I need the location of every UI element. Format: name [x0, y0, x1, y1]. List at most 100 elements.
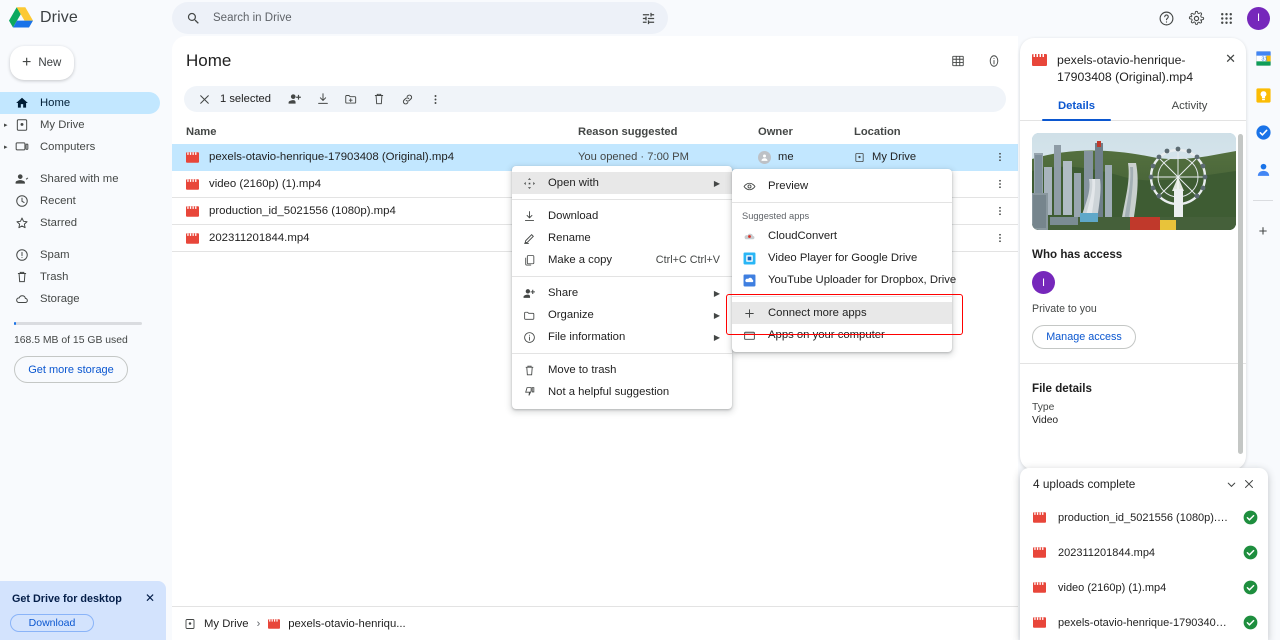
clock-icon	[14, 194, 29, 209]
get-more-storage-button[interactable]: Get more storage	[14, 356, 128, 383]
menu-item-share[interactable]: Share ▶	[512, 282, 732, 304]
submenu-item-cloudconvert[interactable]: CloudConvert	[732, 225, 952, 247]
submenu-item-connect-more-apps[interactable]: Connect more apps	[732, 302, 952, 324]
sidebar-item-home[interactable]: Home	[0, 92, 160, 114]
info-icon[interactable]	[986, 53, 1002, 69]
file-details-title: File details	[1032, 382, 1092, 395]
calendar-icon[interactable]: 31	[1255, 50, 1272, 67]
trash-icon	[522, 363, 536, 377]
sidebar-label: Trash	[40, 271, 69, 283]
close-icon[interactable]: ✕	[1225, 52, 1236, 66]
success-check-icon	[1243, 510, 1258, 525]
chevron-right-icon[interactable]: ▸	[4, 143, 8, 151]
close-icon[interactable]	[1240, 475, 1258, 493]
storage-bar	[14, 322, 142, 325]
submenu-item-label: Preview	[768, 180, 809, 192]
column-header-location[interactable]: Location	[854, 126, 964, 138]
sidebar-item-computers[interactable]: ▸ Computers	[0, 136, 172, 158]
menu-item-download[interactable]: Download	[512, 205, 732, 227]
sidebar-nav: Home ▸ My Drive ▸ Computers Shared with …	[0, 92, 172, 310]
sidebar-item-trash[interactable]: Trash	[0, 266, 172, 288]
window-icon	[742, 328, 756, 342]
breadcrumb-current[interactable]: pexels-otavio-henriqu...	[268, 618, 406, 630]
list-item[interactable]: pexels-otavio-henrique-17903408 (Or...	[1020, 605, 1268, 640]
new-button[interactable]: + New	[10, 46, 74, 80]
menu-item-label: Organize	[548, 309, 594, 321]
list-item[interactable]: video (2160p) (1).mp4	[1020, 570, 1268, 605]
access-avatar[interactable]: I	[1032, 271, 1055, 294]
close-icon[interactable]	[190, 86, 218, 112]
sidebar-item-my-drive[interactable]: ▸ My Drive	[0, 114, 172, 136]
list-item[interactable]: 202311201844.mp4	[1020, 535, 1268, 570]
submenu-item-video-player[interactable]: Video Player for Google Drive	[732, 247, 952, 269]
sidebar-item-storage[interactable]: Storage	[0, 288, 172, 310]
sidebar-item-shared-with-me[interactable]: Shared with me	[0, 168, 172, 190]
row-location: My Drive	[854, 151, 964, 163]
sidebar-item-recent[interactable]: Recent	[0, 190, 172, 212]
help-icon[interactable]	[1157, 9, 1175, 27]
file-type-value: Video	[1032, 415, 1059, 426]
column-header-name[interactable]: Name	[186, 126, 578, 138]
main-header-actions	[950, 53, 1002, 69]
cloud-icon	[14, 292, 29, 307]
menu-item-move-to-trash[interactable]: Move to trash	[512, 359, 732, 381]
avatar[interactable]: I	[1247, 6, 1270, 30]
apps-grid-icon[interactable]	[1217, 9, 1235, 27]
submenu-item-preview[interactable]: Preview	[732, 175, 952, 197]
add-app-icon[interactable]: +	[1259, 223, 1268, 240]
search-bar[interactable]	[172, 2, 668, 34]
download-icon[interactable]	[309, 86, 337, 112]
menu-item-not-helpful[interactable]: Not a helpful suggestion	[512, 381, 732, 403]
copy-icon	[522, 253, 536, 267]
search-options-icon[interactable]	[641, 11, 656, 26]
youtube-uploader-icon	[742, 273, 756, 287]
tab-activity[interactable]: Activity	[1133, 100, 1246, 120]
contacts-icon[interactable]	[1255, 161, 1272, 178]
drive-logo-wrap[interactable]: Drive	[0, 6, 172, 30]
submenu-item-apps-on-computer[interactable]: Apps on your computer	[732, 324, 952, 346]
row-more-icon[interactable]	[994, 178, 1006, 190]
menu-item-rename[interactable]: Rename	[512, 227, 732, 249]
main-header: Home	[172, 36, 1018, 86]
tab-details[interactable]: Details	[1020, 100, 1133, 121]
trash-icon[interactable]	[365, 86, 393, 112]
menu-item-open-with[interactable]: Open with ▶	[512, 172, 732, 194]
details-scrollbar[interactable]	[1238, 134, 1243, 454]
list-item[interactable]: production_id_5021556 (1080p).mp4	[1020, 500, 1268, 535]
open-with-submenu: Preview Suggested apps CloudConvert Vide…	[732, 169, 956, 352]
chevron-right-icon[interactable]: ▸	[4, 121, 8, 129]
close-icon[interactable]: ✕	[145, 591, 155, 605]
menu-item-file-information[interactable]: File information ▶	[512, 326, 732, 348]
drive-logo-icon	[9, 7, 33, 28]
tasks-icon[interactable]	[1255, 124, 1272, 141]
sidebar-item-spam[interactable]: Spam	[0, 244, 172, 266]
menu-item-make-a-copy[interactable]: Make a copy Ctrl+C Ctrl+V	[512, 249, 732, 271]
submenu-item-label: Apps on your computer	[768, 329, 885, 341]
search-input[interactable]	[213, 12, 641, 24]
row-more-icon[interactable]	[994, 151, 1006, 163]
link-icon[interactable]	[393, 86, 421, 112]
grid-view-icon[interactable]	[950, 53, 966, 69]
promo-download-button[interactable]: Download	[10, 614, 94, 632]
share-icon[interactable]	[281, 86, 309, 112]
row-more-icon[interactable]	[994, 205, 1006, 217]
manage-access-button[interactable]: Manage access	[1032, 325, 1136, 349]
keep-icon[interactable]	[1255, 87, 1272, 104]
column-header-reason[interactable]: Reason suggested	[578, 126, 758, 138]
uploads-header: 4 uploads complete	[1020, 468, 1268, 500]
gear-icon[interactable]	[1187, 9, 1205, 27]
thumb-down-icon	[522, 385, 536, 399]
details-file-name: pexels-otavio-henrique-17903408 (Origina…	[1057, 53, 1194, 84]
search-icon	[186, 11, 201, 26]
chevron-right-icon: ▶	[713, 310, 720, 320]
sidebar-item-starred[interactable]: Starred	[0, 212, 172, 234]
file-thumbnail	[1032, 133, 1236, 230]
menu-item-organize[interactable]: Organize ▶	[512, 304, 732, 326]
row-more-icon[interactable]	[994, 232, 1006, 244]
move-to-folder-icon[interactable]	[337, 86, 365, 112]
chevron-down-icon[interactable]	[1222, 475, 1240, 493]
more-vert-icon[interactable]	[421, 86, 449, 112]
breadcrumb-root[interactable]: My Drive	[184, 618, 249, 630]
submenu-item-youtube-uploader[interactable]: YouTube Uploader for Dropbox, Drive	[732, 269, 956, 291]
column-header-owner[interactable]: Owner	[758, 126, 854, 138]
